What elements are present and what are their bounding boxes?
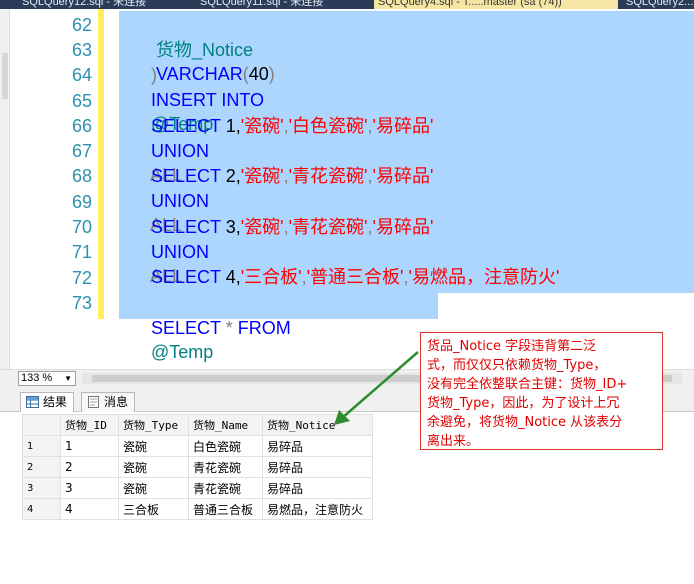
annotation-line: 没有完全依整联合主键：货物_ID+	[427, 377, 628, 392]
annotation-callout: 货品_Notice 字段违背第二泛 式，而仅仅只依赖货物_Type， 没有完全依…	[420, 332, 663, 450]
results-grid[interactable]: 货物_ID 货物_Type 货物_Name 货物_Notice 1 1 瓷碗 白…	[22, 414, 373, 520]
tab-messages[interactable]: 消息	[81, 392, 136, 412]
grid-corner[interactable]	[22, 414, 61, 436]
grid-cell[interactable]: 易碎品	[262, 456, 373, 478]
row-number[interactable]: 3	[22, 477, 61, 499]
grid-cell[interactable]: 易碎品	[262, 435, 373, 457]
line-number: 68	[71, 166, 92, 186]
column-header[interactable]: 货物_Name	[188, 414, 263, 436]
table-row[interactable]: 2 2 瓷碗 青花瓷碗 易碎品	[22, 456, 373, 478]
column-header[interactable]: 货物_ID	[60, 414, 119, 436]
message-icon	[88, 396, 99, 408]
number: 2,	[220, 166, 241, 186]
grid-cell[interactable]: 三合板	[118, 498, 189, 520]
string: '白色瓷碗'	[288, 116, 368, 136]
column-name: 货物_Notice	[156, 40, 254, 60]
string: '瓷碗'	[240, 166, 284, 186]
string: '易碎品'	[372, 166, 434, 186]
grid-cell[interactable]: 青花瓷碗	[188, 477, 263, 499]
grid-cell[interactable]: 白色瓷碗	[188, 435, 263, 457]
row-number[interactable]: 4	[22, 498, 61, 520]
string: '易碎品'	[372, 217, 434, 237]
string: '瓷碗'	[240, 116, 284, 136]
line-number: 67	[71, 141, 92, 161]
zoom-dropdown[interactable]: 133 % ▼	[18, 371, 76, 386]
table-row[interactable]: 3 3 瓷碗 青花瓷碗 易碎品	[22, 477, 373, 499]
star: *	[220, 318, 238, 338]
grid-cell[interactable]: 青花瓷碗	[188, 456, 263, 478]
tab-sqlquery11[interactable]: SQLQuery11.sql - 未连接	[196, 0, 327, 9]
number: 4,	[220, 267, 241, 287]
line-number: 69	[71, 192, 92, 212]
keyword: FROM	[237, 318, 291, 338]
row-number[interactable]: 2	[22, 456, 61, 478]
keyword: SELECT	[151, 267, 221, 287]
annotation-line: 余避免，将货物_Notice 从该表分	[427, 415, 623, 430]
zoom-value: 133 %	[21, 372, 53, 384]
annotation-line: 货品_Notice 字段违背第二泛	[427, 339, 597, 354]
line-number: 63	[71, 40, 92, 60]
tab-messages-label: 消息	[104, 395, 129, 409]
paren: )	[268, 64, 275, 84]
annotation-line: 货物_Type，因此，为了设计上冗	[427, 396, 620, 411]
line-number: 64	[71, 65, 92, 85]
string: '易燃品，注意防火'	[408, 267, 560, 287]
grid-cell[interactable]: 易碎品	[262, 477, 373, 499]
string: '普通三合板'	[306, 267, 404, 287]
line-number: 62	[71, 15, 92, 35]
grid-cell[interactable]: 2	[60, 456, 119, 478]
grid-header-row: 货物_ID 货物_Type 货物_Name 货物_Notice	[22, 414, 373, 436]
grid-cell[interactable]: 易燃品，注意防火	[262, 498, 373, 520]
grid-cell[interactable]: 3	[60, 477, 119, 499]
code-area[interactable]: 货物_Notice VARCHAR(40) ) INSERT INTO @Tem…	[104, 9, 694, 370]
grid-icon	[26, 396, 39, 408]
string: '瓷碗'	[240, 217, 284, 237]
grid-cell[interactable]: 1	[60, 435, 119, 457]
tab-sqlquery12[interactable]: SQLQuery12.sql - 未连接	[18, 0, 150, 9]
string: '易碎品'	[372, 116, 434, 136]
string: '青花瓷碗'	[288, 217, 368, 237]
grid-cell[interactable]: 瓷碗	[118, 435, 189, 457]
tab-sqlquery4[interactable]: SQLQuery4.sql - T.....master (sa (74))	[374, 0, 618, 9]
annotation-line: 式，而仅仅只依赖货物_Type，	[427, 358, 607, 373]
keyword: SELECT	[151, 318, 221, 338]
number: 1,	[220, 116, 241, 136]
line-number: 73	[71, 293, 92, 313]
grid-cell[interactable]: 4	[60, 498, 119, 520]
document-tab-strip: SQLQuery12.sql - 未连接 SQLQuery11.sql - 未连…	[0, 0, 694, 9]
line-number: 65	[71, 91, 92, 111]
column-header[interactable]: 货物_Type	[118, 414, 189, 436]
grid-cell[interactable]: 瓷碗	[118, 456, 189, 478]
tab-results[interactable]: 结果	[20, 392, 75, 412]
column-header[interactable]: 货物_Notice	[262, 414, 373, 436]
tab-sqlquery2[interactable]: SQLQuery2...	[622, 0, 694, 9]
chevron-down-icon: ▼	[64, 374, 72, 383]
line-number: 72	[71, 268, 92, 288]
number: 3,	[220, 217, 241, 237]
string: '青花瓷碗'	[288, 166, 368, 186]
query-editor[interactable]: 62 63 64 65 66 67 68 69 70 71 72 73 货物_N…	[0, 9, 694, 370]
table-row[interactable]: 1 1 瓷碗 白色瓷碗 易碎品	[22, 435, 373, 457]
line-number-gutter: 62 63 64 65 66 67 68 69 70 71 72 73	[10, 9, 98, 370]
line-number: 71	[71, 242, 92, 262]
grid-cell[interactable]: 瓷碗	[118, 477, 189, 499]
string: '三合板'	[240, 267, 302, 287]
grid-cell[interactable]: 普通三合板	[188, 498, 263, 520]
variable: @Temp	[151, 342, 214, 362]
table-row[interactable]: 4 4 三合板 普通三合板 易燃品，注意防火	[22, 498, 373, 520]
tab-results-label: 结果	[43, 395, 68, 409]
row-number[interactable]: 1	[22, 435, 61, 457]
editor-side-scrollbar[interactable]	[0, 9, 10, 370]
annotation-line: 离出来。	[427, 434, 480, 449]
line-number: 70	[71, 217, 92, 237]
line-number: 66	[71, 116, 92, 136]
